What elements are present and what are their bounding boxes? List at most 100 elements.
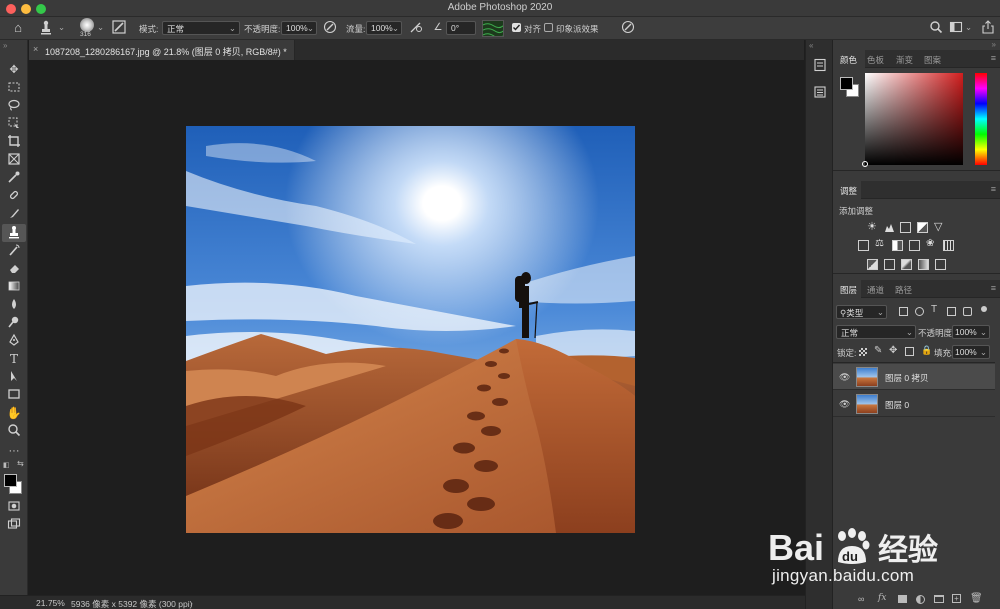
- marquee-tool-icon[interactable]: [6, 80, 22, 96]
- curves-icon[interactable]: [900, 222, 911, 233]
- dodge-tool-icon[interactable]: [6, 315, 22, 331]
- layer-style-icon[interactable]: fx: [878, 593, 886, 603]
- new-adjustment-icon[interactable]: [916, 595, 925, 604]
- zoom-tool-icon[interactable]: [6, 423, 22, 439]
- chevron-right-icon[interactable]: ›: [190, 598, 193, 608]
- exposure-icon[interactable]: [917, 222, 928, 233]
- chevron-down-icon[interactable]: ⌄: [58, 22, 65, 33]
- pressure-opacity-icon[interactable]: [322, 20, 338, 36]
- collapse-icon[interactable]: »: [992, 40, 996, 49]
- invert-icon[interactable]: [867, 259, 878, 270]
- photo-filter-icon[interactable]: [909, 240, 920, 251]
- eyedropper-tool-icon[interactable]: [6, 170, 22, 186]
- tab-adjustments[interactable]: 调整: [840, 185, 857, 197]
- eraser-tool-icon[interactable]: [6, 261, 22, 277]
- filter-smart-object-icon[interactable]: [963, 307, 972, 316]
- color-balance-icon[interactable]: ⚖: [875, 238, 884, 249]
- filter-adjustment-icon[interactable]: [915, 307, 924, 316]
- panel-menu-icon[interactable]: ≡: [991, 53, 996, 63]
- color-fg-swatch[interactable]: [840, 77, 853, 90]
- tab-layers[interactable]: 图层: [840, 284, 857, 296]
- workspace-icon[interactable]: [948, 20, 964, 36]
- gradient-tool-icon[interactable]: [6, 279, 22, 295]
- link-layers-icon[interactable]: ∞: [858, 594, 864, 604]
- clone-stamp-tool-icon[interactable]: [6, 225, 22, 241]
- flow-input[interactable]: 100% ⌄: [366, 21, 402, 35]
- brush-preview-icon[interactable]: [80, 18, 94, 32]
- default-colors-icon[interactable]: ◧: [3, 461, 10, 469]
- blend-mode-select[interactable]: 正常 ⌄: [836, 325, 916, 339]
- brush-tool-icon[interactable]: [6, 206, 22, 222]
- pattern-swatch[interactable]: [482, 20, 504, 37]
- tab-paths[interactable]: 路径: [895, 284, 912, 296]
- threshold-icon[interactable]: [901, 259, 912, 270]
- document-tab[interactable]: × 1087208_1280286167.jpg @ 21.8% (图层 0 拷…: [29, 40, 295, 60]
- black-white-icon[interactable]: [892, 240, 903, 251]
- chevron-down-icon[interactable]: ⌄: [965, 22, 972, 33]
- move-tool-icon[interactable]: ✥: [6, 62, 22, 78]
- type-tool-icon[interactable]: T: [6, 351, 22, 367]
- document-info[interactable]: 5936 像素 x 5392 像素 (300 ppi): [71, 598, 192, 609]
- layer-row[interactable]: 👁 图层 0 拷贝: [833, 364, 995, 390]
- more-tools-icon[interactable]: ···: [6, 443, 22, 459]
- pen-tool-icon[interactable]: [6, 333, 22, 349]
- frame-tool-icon[interactable]: [6, 152, 22, 168]
- angle-input[interactable]: 0°: [446, 21, 476, 35]
- color-picker-cursor[interactable]: [862, 161, 868, 167]
- posterize-icon[interactable]: [884, 259, 895, 270]
- history-brush-tool-icon[interactable]: [6, 243, 22, 259]
- tab-patterns[interactable]: 图案: [924, 54, 941, 66]
- layer-row[interactable]: 👁 图层 0: [833, 391, 995, 417]
- history-panel-icon[interactable]: [813, 58, 827, 72]
- airbrush-icon[interactable]: [408, 20, 424, 36]
- collapse-icon[interactable]: »: [3, 41, 7, 50]
- lock-all-icon[interactable]: 🔒: [921, 345, 932, 356]
- panel-menu-icon[interactable]: ≡: [991, 184, 996, 194]
- add-mask-icon[interactable]: [898, 595, 907, 603]
- quick-mask-icon[interactable]: [6, 499, 22, 515]
- lock-position-icon[interactable]: ✥: [889, 345, 897, 356]
- zoom-level[interactable]: 21.75%: [36, 598, 65, 608]
- rectangle-tool-icon[interactable]: [6, 387, 22, 403]
- new-group-icon[interactable]: [934, 595, 944, 603]
- path-select-tool-icon[interactable]: [6, 369, 22, 385]
- eye-icon[interactable]: 👁: [839, 399, 850, 410]
- desert-photo[interactable]: [186, 126, 635, 533]
- new-layer-icon[interactable]: +: [952, 594, 961, 603]
- mode-select[interactable]: 正常 ⌄: [162, 21, 240, 35]
- layer-name[interactable]: 图层 0 拷贝: [885, 372, 928, 384]
- hue-slider[interactable]: [975, 73, 987, 165]
- gradient-map-icon[interactable]: [918, 259, 929, 270]
- lock-artboard-icon[interactable]: [905, 347, 914, 356]
- filter-pixel-icon[interactable]: [899, 307, 908, 316]
- levels-icon[interactable]: [884, 222, 895, 233]
- clone-stamp-tool-preset-icon[interactable]: [38, 20, 54, 36]
- filter-toggle-icon[interactable]: [981, 306, 987, 312]
- pressure-size-icon[interactable]: [620, 20, 636, 36]
- layer-opacity-input[interactable]: 100% ⌄: [952, 325, 990, 339]
- tab-gradients[interactable]: 渐变: [896, 54, 913, 66]
- layer-name[interactable]: 图层 0: [885, 399, 909, 411]
- tab-swatches[interactable]: 色板: [867, 54, 884, 66]
- align-checkbox[interactable]: [512, 23, 521, 32]
- vibrance-icon[interactable]: ▽: [934, 220, 942, 233]
- crop-tool-icon[interactable]: [6, 134, 22, 150]
- home-icon[interactable]: ⌂: [10, 20, 26, 36]
- selective-color-icon[interactable]: [935, 259, 946, 270]
- delete-layer-icon[interactable]: 🗑: [970, 593, 983, 604]
- layer-filter-select[interactable]: ⚲类型 ⌄: [836, 305, 887, 319]
- fill-input[interactable]: 100% ⌄: [952, 345, 990, 359]
- hue-saturation-icon[interactable]: [858, 240, 869, 251]
- healing-brush-tool-icon[interactable]: [6, 188, 22, 204]
- brightness-contrast-icon[interactable]: ☀: [867, 220, 877, 233]
- filter-shape-icon[interactable]: [947, 307, 956, 316]
- color-lookup-icon[interactable]: [943, 240, 954, 251]
- foreground-color-swatch[interactable]: [4, 474, 17, 487]
- filter-type-icon[interactable]: T: [931, 304, 937, 315]
- close-tab-icon[interactable]: ×: [33, 44, 38, 54]
- opacity-input[interactable]: 100% ⌄: [281, 21, 317, 35]
- object-select-tool-icon[interactable]: [6, 116, 22, 132]
- collapse-icon[interactable]: «: [809, 41, 813, 50]
- swap-colors-icon[interactable]: ⇆: [17, 459, 24, 468]
- properties-panel-icon[interactable]: [813, 85, 827, 99]
